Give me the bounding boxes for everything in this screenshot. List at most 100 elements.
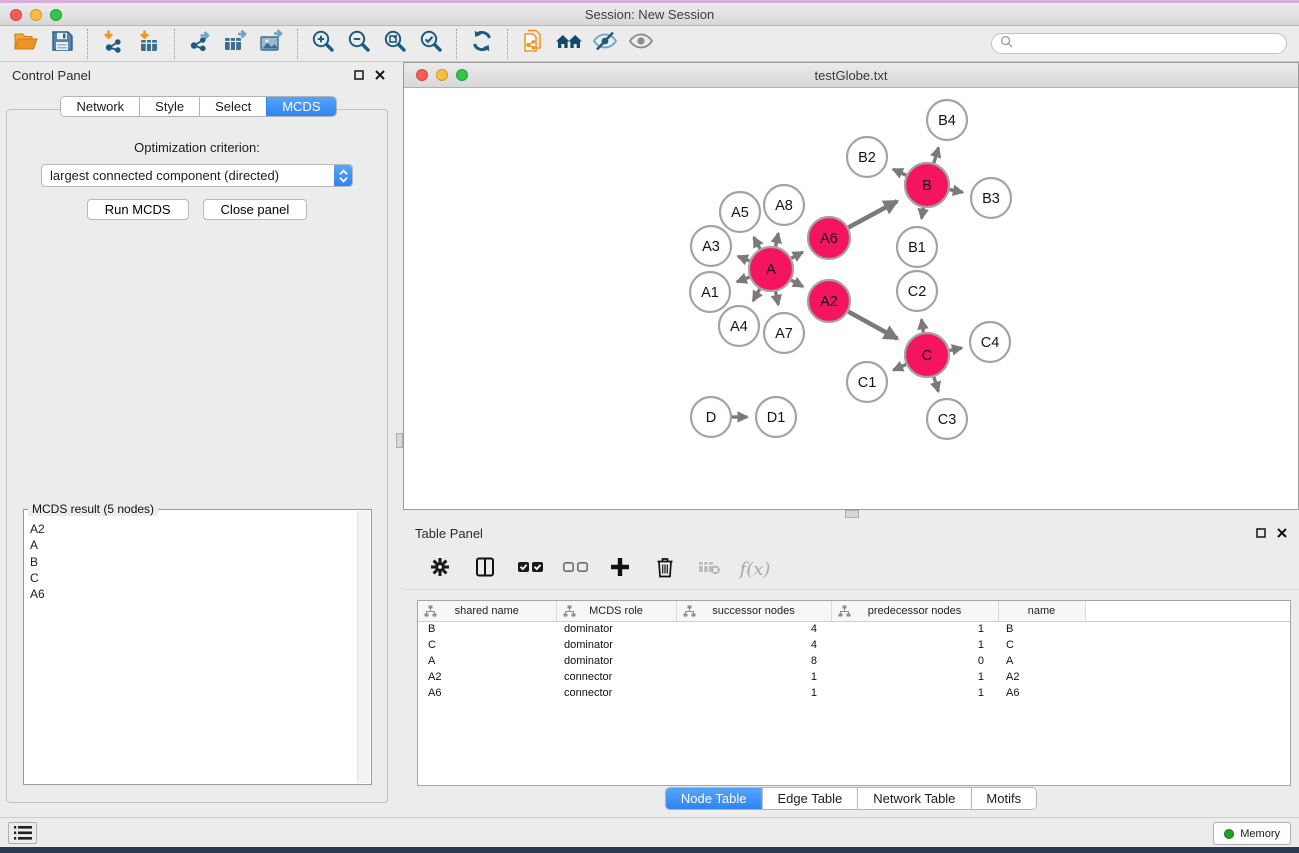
edge-B-B1[interactable] xyxy=(922,208,924,219)
edge-A-A3[interactable] xyxy=(738,256,750,261)
edge-A-A4[interactable] xyxy=(753,289,760,301)
edge-A-A8[interactable] xyxy=(776,233,779,246)
edge-A2-C[interactable] xyxy=(848,312,897,339)
cell-name[interactable]: A6 xyxy=(998,685,1085,701)
zoom-selected-button[interactable] xyxy=(413,28,449,60)
column-header-shared-name[interactable]: shared name xyxy=(418,601,556,621)
export-network-button[interactable] xyxy=(182,28,218,60)
edge-C-C4[interactable] xyxy=(950,348,962,351)
cell-mcds-role[interactable]: dominator xyxy=(556,637,676,653)
horizontal-splitter-handle[interactable] xyxy=(845,510,859,518)
float-panel-icon[interactable] xyxy=(354,68,364,83)
graph-node-A7[interactable]: A7 xyxy=(764,313,804,353)
export-table-button[interactable] xyxy=(218,28,254,60)
table-row[interactable]: Bdominator41B xyxy=(418,621,1290,637)
network-from-file-button[interactable] xyxy=(515,28,551,60)
tab-motifs[interactable]: Motifs xyxy=(970,788,1036,809)
graph-node-A2[interactable]: A2 xyxy=(808,280,850,322)
graph-node-A6[interactable]: A6 xyxy=(808,217,850,259)
edge-B-B3[interactable] xyxy=(950,190,963,193)
search-input[interactable] xyxy=(1018,37,1278,51)
tab-network-table[interactable]: Network Table xyxy=(857,788,970,809)
trash-button[interactable] xyxy=(650,555,680,585)
open-file-button[interactable] xyxy=(8,28,44,60)
float-table-panel-icon[interactable] xyxy=(1256,526,1266,541)
home-button[interactable] xyxy=(551,28,587,60)
graph-node-C1[interactable]: C1 xyxy=(847,362,887,402)
column-header-name[interactable]: name xyxy=(998,601,1085,621)
edge-A-A2[interactable] xyxy=(791,280,803,287)
edge-A-A7[interactable] xyxy=(776,292,779,305)
graph-node-A1[interactable]: A1 xyxy=(690,272,730,312)
tab-network[interactable]: Network xyxy=(61,97,139,116)
graph-node-A4[interactable]: A4 xyxy=(719,306,759,346)
graph-node-D[interactable]: D xyxy=(691,397,731,437)
cell-name[interactable]: A2 xyxy=(998,669,1085,685)
graph-node-C2[interactable]: C2 xyxy=(897,271,937,311)
tab-edge-table[interactable]: Edge Table xyxy=(761,788,857,809)
deselect-all-button[interactable] xyxy=(560,555,590,585)
graph-node-B[interactable]: B xyxy=(905,163,949,207)
cell-shared-name[interactable]: A2 xyxy=(418,669,556,685)
mcds-result-item[interactable]: A2 xyxy=(30,521,356,537)
cell-predecessor-nodes[interactable]: 1 xyxy=(831,637,998,653)
mcds-result-item[interactable]: A6 xyxy=(30,586,356,602)
table-row[interactable]: A6connector11A6 xyxy=(418,685,1290,701)
graph-node-B1[interactable]: B1 xyxy=(897,227,937,267)
cell-name[interactable]: B xyxy=(998,621,1085,637)
edge-C-C3[interactable] xyxy=(934,377,939,392)
graph-node-A8[interactable]: A8 xyxy=(764,185,804,225)
cell-mcds-role[interactable]: connector xyxy=(556,669,676,685)
graph-node-A3[interactable]: A3 xyxy=(691,226,731,266)
search-box[interactable] xyxy=(991,33,1287,54)
columns-button[interactable] xyxy=(470,555,500,585)
task-history-button[interactable] xyxy=(8,822,37,844)
edge-C-C1[interactable] xyxy=(893,364,906,370)
column-header-successor-nodes[interactable]: successor nodes xyxy=(676,601,831,621)
cell-predecessor-nodes[interactable]: 1 xyxy=(831,621,998,637)
graph-node-B4[interactable]: B4 xyxy=(927,100,967,140)
table-row[interactable]: A2connector11A2 xyxy=(418,669,1290,685)
network-graph-canvas[interactable]: AA1A2A3A4A5A6A7A8BB1B2B3B4CC1C2C3C4DD1 xyxy=(404,88,1298,509)
cell-predecessor-nodes[interactable]: 1 xyxy=(831,669,998,685)
cell-shared-name[interactable]: A6 xyxy=(418,685,556,701)
cell-mcds-role[interactable]: connector xyxy=(556,685,676,701)
zoom-in-button[interactable] xyxy=(305,28,341,60)
mcds-result-item[interactable]: C xyxy=(30,570,356,586)
network-close-button[interactable] xyxy=(416,69,428,81)
table-row[interactable]: Cdominator41C xyxy=(418,637,1290,653)
mcds-result-item[interactable]: A xyxy=(30,537,356,553)
cell-mcds-role[interactable]: dominator xyxy=(556,653,676,669)
refresh-button[interactable] xyxy=(464,28,500,60)
graph-node-C[interactable]: C xyxy=(905,333,949,377)
network-minimize-button[interactable] xyxy=(436,69,448,81)
cell-shared-name[interactable]: A xyxy=(418,653,556,669)
close-panel-button[interactable]: Close panel xyxy=(203,199,308,220)
edge-C-C2[interactable] xyxy=(922,320,924,333)
cell-shared-name[interactable]: B xyxy=(418,621,556,637)
edge-A-A5[interactable] xyxy=(754,237,760,249)
mcds-result-item[interactable]: B xyxy=(30,554,356,570)
cell-successor-nodes[interactable]: 8 xyxy=(676,653,831,669)
minimize-window-button[interactable] xyxy=(30,9,42,21)
gear-button[interactable] xyxy=(425,555,455,585)
select-all-button[interactable] xyxy=(515,555,545,585)
run-mcds-button[interactable]: Run MCDS xyxy=(87,199,189,220)
graph-node-A[interactable]: A xyxy=(749,247,793,291)
graph-node-B3[interactable]: B3 xyxy=(971,178,1011,218)
zoom-out-button[interactable] xyxy=(341,28,377,60)
close-window-button[interactable] xyxy=(10,9,22,21)
tab-select[interactable]: Select xyxy=(199,97,266,116)
graph-node-A5[interactable]: A5 xyxy=(720,192,760,232)
close-panel-icon[interactable] xyxy=(375,68,385,83)
show-graphics-details-button[interactable] xyxy=(623,28,659,60)
edge-A-A6[interactable] xyxy=(791,252,802,258)
edge-B-B2[interactable] xyxy=(893,169,906,175)
graph-node-B2[interactable]: B2 xyxy=(847,137,887,177)
zoom-window-button[interactable] xyxy=(50,9,62,21)
cell-successor-nodes[interactable]: 1 xyxy=(676,669,831,685)
left-dock-splitter-handle[interactable] xyxy=(396,433,403,448)
graph-node-D1[interactable]: D1 xyxy=(756,397,796,437)
tab-mcds[interactable]: MCDS xyxy=(266,97,335,116)
export-image-button[interactable] xyxy=(254,28,290,60)
